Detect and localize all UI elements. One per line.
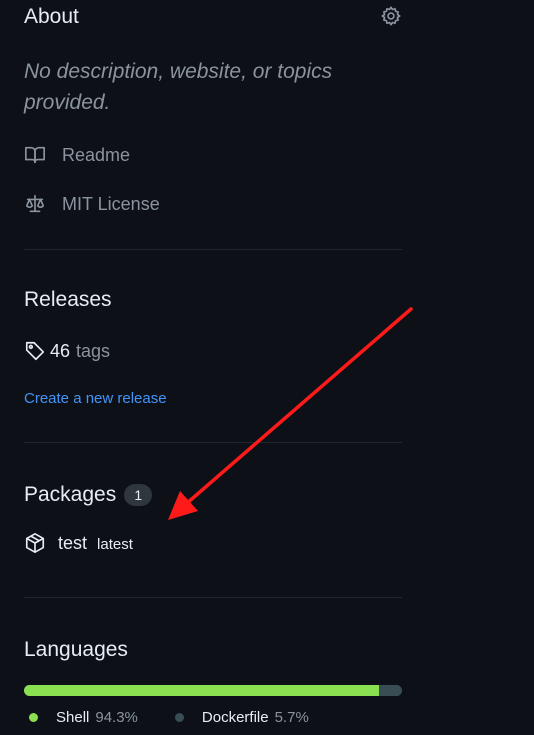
about-header: About (24, 5, 402, 31)
license-label: MIT License (62, 193, 160, 214)
tags-count: 46 (50, 340, 71, 361)
gear-icon[interactable] (380, 5, 402, 27)
law-scale-icon (24, 193, 46, 215)
section-divider (24, 597, 402, 598)
language-percent: 94.3% (95, 709, 138, 726)
license-link[interactable]: MIT License (24, 192, 160, 216)
tags-label: tags (76, 340, 111, 361)
readme-link[interactable]: Readme (24, 143, 130, 167)
section-divider (24, 442, 402, 443)
language-list: Shell 94.3% Dockerfile 5.7% (24, 709, 341, 726)
package-item[interactable]: test latest (24, 532, 133, 554)
package-icon (24, 532, 46, 554)
language-color-dot (174, 713, 184, 722)
language-percent: 5.7% (274, 709, 309, 726)
arrow-shaft (184, 307, 413, 506)
language-name: Dockerfile (201, 709, 269, 726)
package-tag: latest (97, 535, 133, 553)
readme-label: Readme (62, 144, 131, 165)
packages-title[interactable]: Packages (24, 483, 116, 507)
tags-link[interactable]: 46 tags (24, 340, 110, 362)
section-divider (24, 249, 402, 250)
about-description: No description, website, or topics provi… (24, 60, 333, 114)
language-bar-segment[interactable] (380, 685, 402, 696)
language-bar (24, 685, 402, 696)
packages-header: Packages 1 (24, 483, 153, 507)
packages-count-badge: 1 (124, 484, 153, 506)
language-name: Shell (56, 709, 90, 726)
language-bar-segment[interactable] (24, 685, 379, 696)
language-item[interactable]: Dockerfile 5.7% (170, 709, 309, 726)
repo-sidebar-screenshot: About No description, website, or topics… (0, 0, 534, 735)
about-title: About (24, 5, 79, 28)
book-icon (24, 144, 46, 166)
create-release-link[interactable]: Create a new release (24, 390, 167, 407)
tag-icon (24, 340, 46, 362)
language-item[interactable]: Shell 94.3% (24, 709, 138, 726)
releases-title[interactable]: Releases (24, 288, 112, 312)
language-color-dot (29, 713, 38, 722)
package-name: test (58, 532, 88, 553)
arrow-head (168, 491, 198, 520)
languages-title: Languages (24, 638, 128, 661)
